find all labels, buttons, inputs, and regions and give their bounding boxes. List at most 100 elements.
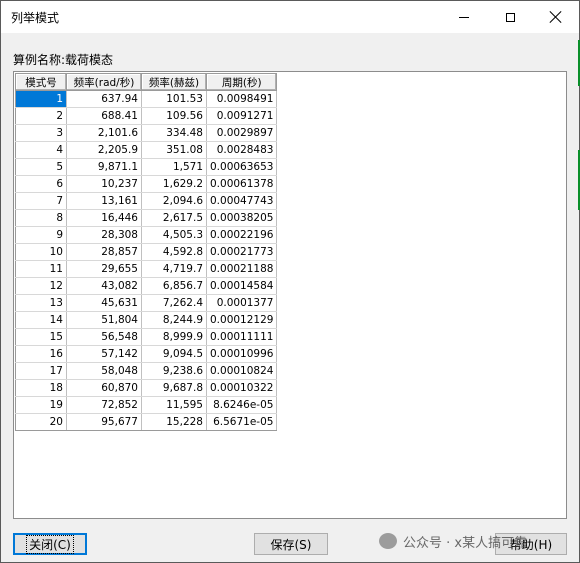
cell-freq-rad: 688.41 bbox=[66, 107, 142, 125]
cell-period: 0.00012129 bbox=[206, 311, 278, 329]
cell-freq-hz: 9,094.5 bbox=[141, 345, 207, 363]
table-row[interactable]: 8 16,446 2,617.5 0.00038205 bbox=[15, 209, 278, 227]
table-row[interactable]: 2 688.41 109.56 0.0091271 bbox=[15, 107, 278, 125]
table-row[interactable]: 1 637.94 101.53 0.0098491 bbox=[15, 90, 278, 108]
table-header-row: 模式号 频率(rad/秒) 频率(赫兹) 周期(秒) bbox=[15, 73, 278, 91]
cell-mode: 11 bbox=[15, 260, 67, 278]
minimize-icon bbox=[459, 16, 469, 18]
cell-freq-hz: 334.48 bbox=[141, 124, 207, 142]
cell-period: 6.5671e-05 bbox=[206, 413, 278, 431]
cell-freq-rad: 9,871.1 bbox=[66, 158, 142, 176]
cell-freq-hz: 1,629.2 bbox=[141, 175, 207, 193]
table-row[interactable]: 3 2,101.6 334.48 0.0029897 bbox=[15, 124, 278, 142]
maximize-icon bbox=[505, 12, 515, 22]
cell-freq-hz: 9,687.8 bbox=[141, 379, 207, 397]
cell-mode: 14 bbox=[15, 311, 67, 329]
cell-freq-rad: 16,446 bbox=[66, 209, 142, 227]
cell-freq-hz: 351.08 bbox=[141, 141, 207, 159]
cell-period: 8.6246e-05 bbox=[206, 396, 278, 414]
cell-mode: 15 bbox=[15, 328, 67, 346]
table-row[interactable]: 19 72,852 11,595 8.6246e-05 bbox=[15, 396, 278, 414]
cell-period: 0.00010824 bbox=[206, 362, 278, 380]
cell-freq-rad: 2,101.6 bbox=[66, 124, 142, 142]
modes-list-panel[interactable]: 模式号 频率(rad/秒) 频率(赫兹) 周期(秒) 1 637.94 101.53… bbox=[13, 71, 567, 519]
cell-mode: 18 bbox=[15, 379, 67, 397]
cell-freq-rad: 95,677 bbox=[66, 413, 142, 431]
title-bar[interactable]: 列举模式 bbox=[1, 1, 579, 33]
cell-period: 0.00010996 bbox=[206, 345, 278, 363]
cell-freq-rad: 2,205.9 bbox=[66, 141, 142, 159]
table-row[interactable]: 20 95,677 15,228 6.5671e-05 bbox=[15, 413, 278, 431]
cell-mode: 2 bbox=[15, 107, 67, 125]
table-row[interactable]: 16 57,142 9,094.5 0.00010996 bbox=[15, 345, 278, 363]
cell-freq-hz: 101.53 bbox=[141, 90, 207, 108]
cell-period: 0.00010322 bbox=[206, 379, 278, 397]
table-row[interactable]: 9 28,308 4,505.3 0.00022196 bbox=[15, 226, 278, 244]
cell-period: 0.0098491 bbox=[206, 90, 278, 108]
cell-mode: 12 bbox=[15, 277, 67, 295]
table-row[interactable]: 18 60,870 9,687.8 0.00010322 bbox=[15, 379, 278, 397]
cell-freq-hz: 4,592.8 bbox=[141, 243, 207, 261]
cell-mode: 13 bbox=[15, 294, 67, 312]
close-button[interactable]: 关闭(C) bbox=[13, 533, 87, 555]
cell-freq-rad: 43,082 bbox=[66, 277, 142, 295]
cell-period: 0.00063653 bbox=[206, 158, 278, 176]
maximize-button[interactable] bbox=[487, 1, 533, 33]
cell-freq-hz: 2,094.6 bbox=[141, 192, 207, 210]
cell-freq-rad: 58,048 bbox=[66, 362, 142, 380]
cell-freq-hz: 2,617.5 bbox=[141, 209, 207, 227]
cell-mode: 5 bbox=[15, 158, 67, 176]
cell-period: 0.00021188 bbox=[206, 260, 278, 278]
table-row[interactable]: 4 2,205.9 351.08 0.0028483 bbox=[15, 141, 278, 159]
cell-freq-rad: 28,308 bbox=[66, 226, 142, 244]
watermark: 公众号 · x某人搞可靠 bbox=[379, 531, 527, 551]
cell-freq-rad: 51,804 bbox=[66, 311, 142, 329]
cell-mode: 16 bbox=[15, 345, 67, 363]
cell-mode: 7 bbox=[15, 192, 67, 210]
cell-period: 0.00011111 bbox=[206, 328, 278, 346]
cell-freq-hz: 9,238.6 bbox=[141, 362, 207, 380]
cell-period: 0.0029897 bbox=[206, 124, 278, 142]
table-row[interactable]: 14 51,804 8,244.9 0.00012129 bbox=[15, 311, 278, 329]
cell-period: 0.00047743 bbox=[206, 192, 278, 210]
cell-period: 0.00022196 bbox=[206, 226, 278, 244]
cell-period: 0.00038205 bbox=[206, 209, 278, 227]
cell-freq-rad: 10,237 bbox=[66, 175, 142, 193]
cell-freq-rad: 56,548 bbox=[66, 328, 142, 346]
table-row[interactable]: 17 58,048 9,238.6 0.00010824 bbox=[15, 362, 278, 380]
cell-freq-hz: 4,505.3 bbox=[141, 226, 207, 244]
cell-mode: 10 bbox=[15, 243, 67, 261]
cell-freq-rad: 72,852 bbox=[66, 396, 142, 414]
cell-freq-hz: 1,571 bbox=[141, 158, 207, 176]
column-header-freq-rad[interactable]: 频率(rad/秒) bbox=[66, 73, 142, 91]
table-row[interactable]: 10 28,857 4,592.8 0.00021773 bbox=[15, 243, 278, 261]
cell-mode: 17 bbox=[15, 362, 67, 380]
minimize-button[interactable] bbox=[441, 1, 487, 33]
save-button-label: 保存(S) bbox=[270, 537, 312, 552]
cell-freq-rad: 29,655 bbox=[66, 260, 142, 278]
cell-freq-hz: 109.56 bbox=[141, 107, 207, 125]
table-row[interactable]: 7 13,161 2,094.6 0.00047743 bbox=[15, 192, 278, 210]
table-row[interactable]: 13 45,631 7,262.4 0.0001377 bbox=[15, 294, 278, 312]
wechat-icon bbox=[379, 533, 397, 549]
cell-freq-rad: 28,857 bbox=[66, 243, 142, 261]
cell-freq-hz: 11,595 bbox=[141, 396, 207, 414]
column-header-mode[interactable]: 模式号 bbox=[15, 73, 67, 91]
cell-mode: 9 bbox=[15, 226, 67, 244]
column-header-period[interactable]: 周期(秒) bbox=[205, 73, 278, 91]
cell-period: 0.0028483 bbox=[206, 141, 278, 159]
cell-mode: 20 bbox=[15, 413, 67, 431]
save-button[interactable]: 保存(S) bbox=[254, 533, 328, 555]
list-modes-dialog: 列举模式 算例名称:载荷模态 模式号 频率(rad/秒) 频率(赫兹) 周期(秒… bbox=[0, 0, 580, 563]
cell-freq-rad: 13,161 bbox=[66, 192, 142, 210]
table-row[interactable]: 11 29,655 4,719.7 0.00021188 bbox=[15, 260, 278, 278]
cell-freq-rad: 45,631 bbox=[66, 294, 142, 312]
cell-mode: 6 bbox=[15, 175, 67, 193]
cell-freq-hz: 8,244.9 bbox=[141, 311, 207, 329]
column-header-freq-hz[interactable]: 频率(赫兹) bbox=[141, 73, 207, 91]
table-row[interactable]: 5 9,871.1 1,571 0.00063653 bbox=[15, 158, 278, 176]
table-row[interactable]: 6 10,237 1,629.2 0.00061378 bbox=[15, 175, 278, 193]
window-close-button[interactable] bbox=[533, 1, 579, 33]
table-row[interactable]: 15 56,548 8,999.9 0.00011111 bbox=[15, 328, 278, 346]
table-row[interactable]: 12 43,082 6,856.7 0.00014584 bbox=[15, 277, 278, 295]
